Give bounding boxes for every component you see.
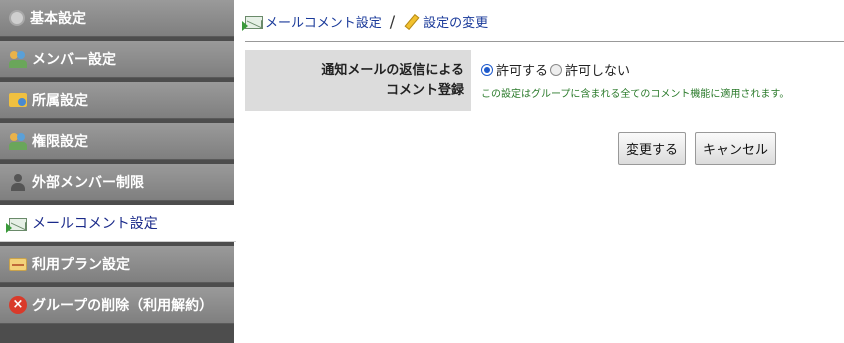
sidebar-item-affiliation-settings[interactable]: 所属設定 [0,82,234,119]
sidebar-item-mail-comment-settings[interactable]: メールコメント設定 [0,205,236,242]
sidebar-item-label: 外部メンバー制限 [32,175,144,191]
breadcrumb-link-mail-comment-settings[interactable]: メールコメント設定 [265,12,382,31]
radio-allow-label[interactable]: 許可する [496,60,548,79]
radio-deny-label[interactable]: 許可しない [565,60,630,79]
lock-users-icon [9,132,27,150]
radio-allow[interactable] [481,63,493,76]
sidebar-item-label: グループの削除（利用解約） [32,298,214,314]
mail-icon [6,217,27,233]
person-icon [9,173,27,191]
breadcrumb: メールコメント設定 / 設定の変更 [242,12,489,31]
sidebar-item-label: 権限設定 [32,134,88,150]
sidebar-item-plan-settings[interactable]: 利用プラン設定 [0,246,234,283]
radio-group: 許可する 許可しない [481,60,789,79]
settings-value: 許可する 許可しない この設定はグループに含まれる全てのコメント機能に適用されま… [481,60,789,100]
settings-row: 通知メールの返信による コメント登録 許可する 許可しない この設定はグループに… [245,50,844,111]
sidebar-item-member-settings[interactable]: メンバー設定 [0,41,234,78]
sidebar-item-delete-group[interactable]: × グループの削除（利用解約） [0,287,234,324]
button-row: 変更する キャンセル [618,132,785,165]
gear-icon [9,10,25,26]
settings-note: この設定はグループに含まれる全てのコメント機能に適用されます。 [481,89,790,100]
radio-deny[interactable] [550,63,563,76]
settings-label-line1: 通知メールの返信による [321,63,464,78]
sidebar-item-label: 利用プラン設定 [32,257,130,273]
sidebar-item-label: メールコメント設定 [32,216,158,232]
submit-button[interactable]: 変更する [618,132,687,165]
sidebar-item-basic-settings[interactable]: 基本設定 [0,0,234,37]
cancel-button[interactable]: キャンセル [695,132,777,165]
card-icon [9,257,27,271]
sidebar: 基本設定 メンバー設定 所属設定 権限設定 外部メンバー制限 メールコメント設定… [0,0,236,343]
settings-label-line2: コメント登録 [385,83,464,98]
sidebar-item-label: 基本設定 [30,11,86,27]
divider [245,41,844,42]
sidebar-item-label: メンバー設定 [32,52,116,68]
sidebar-item-permission-settings[interactable]: 権限設定 [0,123,234,160]
folder-users-icon [9,93,27,107]
breadcrumb-current: 設定の変更 [423,16,489,31]
sidebar-item-label: 所属設定 [32,93,88,109]
users-icon [9,50,27,68]
delete-icon: × [9,296,27,314]
breadcrumb-separator: / [389,12,396,31]
pencil-icon [403,14,419,30]
mail-icon [242,16,263,31]
sidebar-item-external-member-limit[interactable]: 外部メンバー制限 [0,164,234,201]
main-content: メールコメント設定 / 設定の変更 通知メールの返信による コメント登録 許可す… [242,0,844,343]
settings-label: 通知メールの返信による コメント登録 [245,50,471,111]
